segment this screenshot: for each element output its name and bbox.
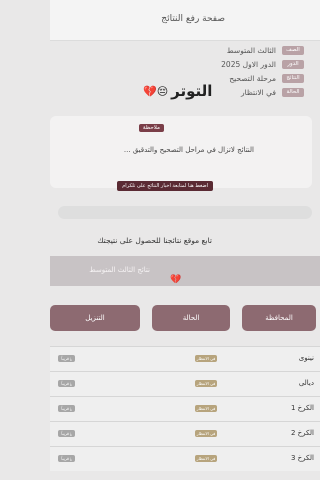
info-value: مرحلة التصحيح: [229, 74, 276, 83]
table-row: الكرخ 1 في الانتظار قريباً: [50, 396, 320, 421]
note-badge: ملاحظة: [138, 124, 164, 132]
info-value: الثالث المتوسط: [226, 46, 276, 55]
top-bar: صفحة رفع النتائج: [50, 0, 320, 41]
download-button[interactable]: قريباً: [58, 455, 75, 462]
download-button[interactable]: قريباً: [58, 355, 75, 362]
download-button[interactable]: قريباً: [58, 430, 75, 437]
page-title: صفحة رفع النتائج: [161, 14, 225, 24]
blurred-bar: [58, 206, 312, 219]
info-tag: الصف: [282, 46, 304, 55]
overlay-text: التوتر: [171, 82, 213, 100]
download-button[interactable]: قريباً: [58, 405, 75, 412]
header-download: التنزيل: [50, 305, 140, 331]
row-governorate: الكرخ 2: [290, 429, 314, 437]
status-badge: في الانتظار: [195, 405, 217, 412]
banner-text: نتائج الثالث المتوسط: [89, 266, 150, 274]
status-badge: في الانتظار: [195, 430, 217, 437]
table-row: نينوى في الانتظار قريباً: [50, 346, 320, 371]
follow-text: تابع موقع نتائجنا للحصول على نتيجتك: [97, 236, 212, 245]
info-row-round: الدور الدور الاول 2025: [104, 58, 304, 71]
heart-icon: 💔: [170, 275, 182, 285]
row-governorate: نينوى: [298, 354, 314, 362]
status-badge: في الانتظار: [195, 455, 217, 462]
overlay-emoji: 😔💔: [143, 84, 169, 98]
info-row-grade: الصف الثالث المتوسط: [104, 44, 304, 57]
row-governorate: الكرخ 1: [290, 404, 314, 412]
note-text: النتائج لاتزال في مراحل التصحيح والتدقيق…: [84, 145, 254, 156]
info-tag: الحالة: [282, 88, 304, 97]
table-row: الكرخ 2 في الانتظار قريباً: [50, 421, 320, 446]
info-value: في الانتظار: [241, 88, 276, 97]
info-value: الدور الاول 2025: [221, 60, 276, 69]
results-banner: نتائج الثالث المتوسط: [50, 256, 320, 286]
status-badge: في الانتظار: [195, 355, 217, 362]
status-badge: في الانتظار: [195, 380, 217, 387]
row-governorate: الكرخ 3: [290, 454, 314, 462]
telegram-button[interactable]: اضغط هنا لمتابعة اخبار النتائج على تلكرا…: [117, 181, 213, 191]
header-status: الحالة: [152, 305, 230, 331]
info-tag: الدور: [282, 60, 304, 69]
note-line: النتائج لاتزال في مراحل التصحيح والتدقيق…: [123, 146, 254, 154]
header-governorate: المحافظة: [242, 305, 316, 331]
row-governorate: ديالى: [298, 379, 314, 387]
download-button[interactable]: قريباً: [58, 380, 75, 387]
overlay-caption: التوتر 😔💔: [143, 82, 212, 100]
note-card: ملاحظة النتائج لاتزال في مراحل التصحيح و…: [50, 116, 312, 188]
info-tag: النتائج: [282, 74, 304, 83]
table-row: الكرخ 3 في الانتظار قريباً: [50, 446, 320, 471]
table-row: ديالى في الانتظار قريباً: [50, 371, 320, 396]
